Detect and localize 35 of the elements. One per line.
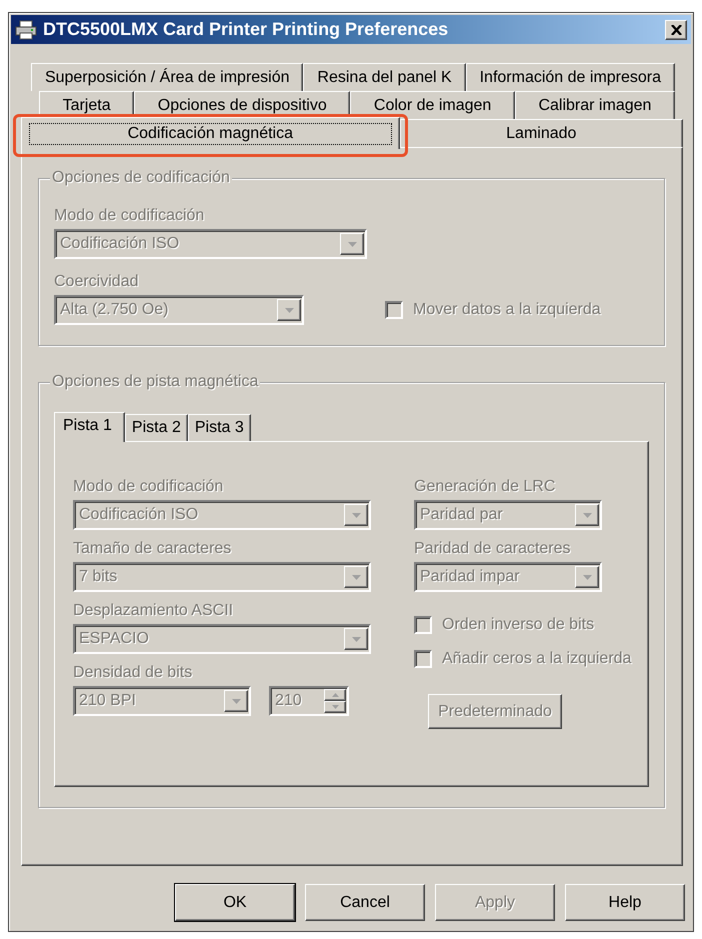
- close-icon: [670, 24, 682, 34]
- dropdown-arrow-icon: [232, 698, 240, 704]
- tab[interactable]: Resina del panel K: [303, 63, 466, 91]
- tab[interactable]: Calibrar imagen: [514, 91, 675, 119]
- field-label: Generación de LRC: [414, 478, 556, 496]
- dialog-button[interactable]: Cancel: [305, 884, 425, 921]
- close-button[interactable]: [665, 20, 687, 40]
- tab[interactable]: Color de imagen: [350, 91, 515, 119]
- dropdown-arrow-icon: [582, 574, 592, 580]
- checkbox-label: Mover datos a la izquierda: [413, 301, 601, 319]
- tab[interactable]: Superposición / Área de impresión: [31, 63, 304, 91]
- field-label: Desplazamiento ASCII: [73, 602, 234, 620]
- field-label: Coercividad: [54, 273, 140, 291]
- dialog-button[interactable]: OK: [175, 884, 295, 921]
- field-label: Paridad de caracteres: [414, 540, 572, 558]
- group-legend: Opciones de codificación: [50, 168, 232, 188]
- field-label: Tamaño de caracteres: [73, 540, 232, 558]
- dropdown-arrow-icon: [352, 574, 360, 580]
- tab[interactable]: Codificación magnética: [21, 117, 400, 149]
- dialog-button[interactable]: Help: [565, 884, 685, 921]
- dropdown-arrow-icon: [582, 512, 592, 518]
- field-label: Densidad de bits: [73, 664, 194, 682]
- dropdown-arrow-icon: [284, 308, 294, 312]
- field-label: Modo de codificación: [54, 207, 206, 225]
- checkbox-label: Orden inverso de bits: [442, 616, 594, 634]
- tab[interactable]: Laminado: [400, 119, 684, 147]
- field-label: Modo de codificación: [73, 478, 224, 496]
- dropdown-arrow-icon: [352, 636, 360, 642]
- tab[interactable]: Información de impresora: [466, 63, 675, 91]
- dropdown-arrow-icon: [348, 242, 356, 246]
- window-title: DTC5500LMX Card Printer Printing Preferences: [43, 19, 450, 40]
- group-legend: Opciones de pista magnética: [50, 372, 260, 392]
- printer-icon: [15, 20, 37, 40]
- checkbox-label: Añadir ceros a la izquierda: [442, 650, 632, 668]
- dropdown-arrow-icon: [352, 512, 360, 518]
